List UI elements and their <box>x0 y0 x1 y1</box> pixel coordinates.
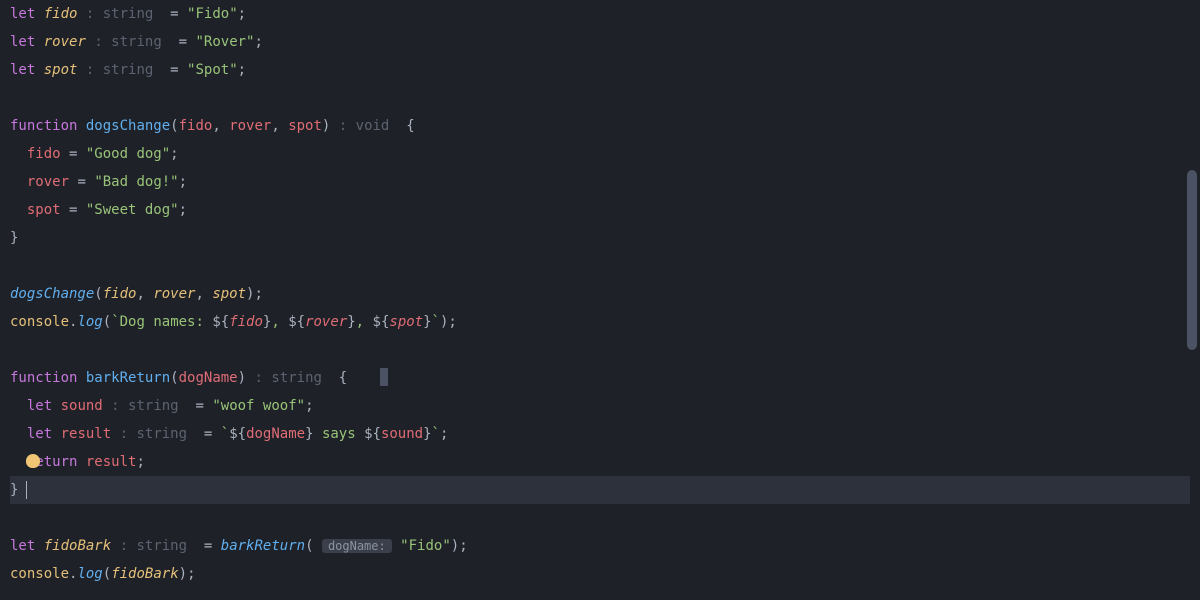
selection-mark <box>380 368 388 386</box>
code-line[interactable]: fido = "Good dog"; <box>10 140 1190 168</box>
code-line-active[interactable]: } <box>10 476 1190 504</box>
code-line[interactable]: dogsChange(fido, rover, spot); <box>10 280 1190 308</box>
string-literal: "Fido" <box>187 6 238 22</box>
code-line[interactable]: console.log(fidoBark); <box>10 560 1190 588</box>
code-line[interactable]: let sound : string = "woof woof"; <box>10 392 1190 420</box>
code-line[interactable]: let rover : string = "Rover"; <box>10 28 1190 56</box>
code-line[interactable]: let result : string = `${dogName} says $… <box>10 420 1190 448</box>
code-line[interactable]: } <box>10 224 1190 252</box>
fn-dogsChange: dogsChange <box>86 118 170 134</box>
code-line[interactable]: let fido : string = "Fido"; <box>10 0 1190 28</box>
var-spot: spot <box>44 62 78 78</box>
code-line-empty[interactable] <box>10 84 1190 112</box>
code-line-empty[interactable] <box>10 252 1190 280</box>
type-hint-void: : void <box>330 118 397 134</box>
text-cursor <box>26 481 27 499</box>
var-fidoBark: fidoBark <box>44 538 111 554</box>
code-line[interactable]: let spot : string = "Spot"; <box>10 56 1190 84</box>
var-rover: rover <box>44 34 86 50</box>
code-line[interactable]: let fidoBark : string = barkReturn( dogN… <box>10 532 1190 560</box>
code-line-empty[interactable] <box>10 504 1190 532</box>
var-fido: fido <box>44 6 78 22</box>
code-line[interactable]: console.log(`Dog names: ${fido}, ${rover… <box>10 308 1190 336</box>
code-line[interactable]: function barkReturn(dogName) : string { <box>10 364 1190 392</box>
code-line[interactable]: spot = "Sweet dog"; <box>10 196 1190 224</box>
keyword-let: let <box>10 6 35 22</box>
fn-barkReturn: barkReturn <box>86 370 170 386</box>
code-line[interactable]: return result; <box>10 448 1190 476</box>
inlay-hint-dogName: dogName: <box>322 539 392 553</box>
lightbulb-icon[interactable] <box>26 454 40 468</box>
type-hint: : string <box>77 6 161 22</box>
scrollbar-thumb[interactable] <box>1187 170 1197 350</box>
code-line-empty[interactable] <box>10 336 1190 364</box>
code-line[interactable]: rover = "Bad dog!"; <box>10 168 1190 196</box>
code-line[interactable]: function dogsChange(fido, rover, spot) :… <box>10 112 1190 140</box>
